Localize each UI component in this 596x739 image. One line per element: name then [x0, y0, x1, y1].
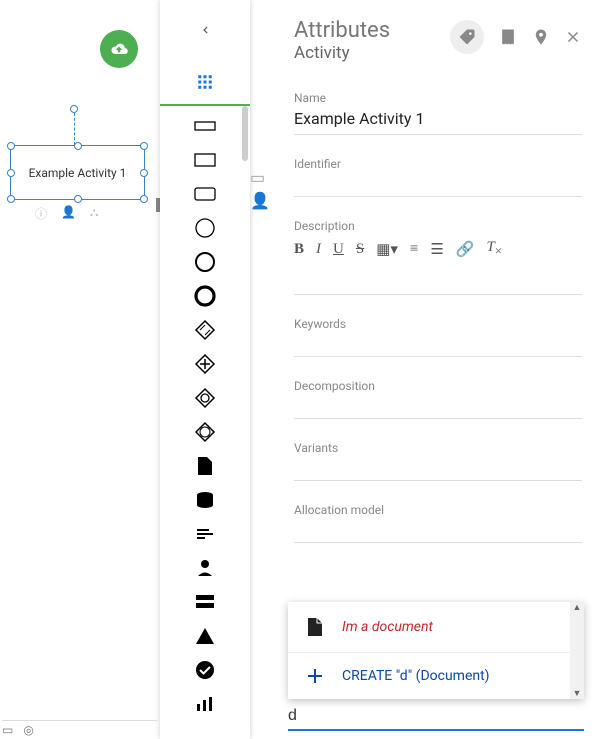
panel-subtitle: Activity [294, 43, 450, 63]
scroll-up-icon[interactable]: ▲ [570, 602, 584, 613]
shape-barchart[interactable] [193, 694, 217, 714]
resize-handle[interactable] [140, 169, 148, 177]
bold-button[interactable]: B [294, 241, 304, 258]
palette-back-button[interactable] [160, 0, 250, 60]
shape-circle-bold[interactable] [193, 286, 217, 306]
autocomplete-item-document[interactable]: Im a document [288, 602, 584, 652]
shape-lines[interactable] [193, 524, 217, 544]
shape-diamond-complex[interactable] [193, 422, 217, 442]
keywords-input[interactable] [294, 335, 582, 357]
tab-attributes[interactable] [450, 20, 484, 54]
resize-handle[interactable] [7, 195, 15, 203]
shape-rect-thin[interactable] [193, 116, 217, 136]
description-input[interactable] [294, 267, 582, 295]
tree-icon[interactable]: ⛬ [90, 205, 98, 222]
shape-diamond-plus[interactable] [193, 354, 217, 374]
identifier-input[interactable] [294, 175, 582, 197]
autocomplete-create-label: CREATE "d" (Document) [342, 668, 490, 684]
resize-handle[interactable] [7, 142, 15, 150]
location-pin-icon [532, 27, 550, 47]
attachments-input[interactable] [288, 703, 584, 729]
autocomplete-item-label: Im a document [342, 619, 433, 635]
shape-circle-thin[interactable] [193, 218, 217, 238]
activity-node-label: Example Activity 1 [29, 166, 127, 180]
close-icon [564, 28, 582, 46]
info-icon[interactable]: ⓘ [35, 205, 47, 222]
italic-button[interactable]: I [316, 241, 321, 258]
shape-checkcircle[interactable] [193, 660, 217, 680]
shape-rect-rounded[interactable] [193, 184, 217, 204]
resize-handle[interactable] [140, 195, 148, 203]
activity-node[interactable]: Example Activity 1 [10, 145, 145, 200]
decomposition-label: Decomposition [294, 379, 582, 393]
resize-handle[interactable] [140, 142, 148, 150]
palette-grid-tab[interactable] [160, 60, 250, 106]
strike-button[interactable]: S [356, 241, 364, 258]
autocomplete-popup: ▲ ▼ Im a document CREATE "d" (Document) [288, 602, 584, 699]
shape-warning[interactable] [193, 626, 217, 646]
canvas[interactable]: Example Activity 1 ⓘ 👤 ⛬ [0, 0, 160, 739]
shape-person[interactable] [193, 558, 217, 578]
decomposition-input[interactable] [294, 397, 582, 419]
footer-target-icon[interactable]: ◎ [23, 723, 33, 737]
identifier-label: Identifier [294, 157, 582, 171]
document-icon [306, 616, 324, 638]
person-icon[interactable]: 👤 [61, 205, 76, 222]
grid-icon [196, 73, 214, 91]
close-panel-button[interactable] [564, 28, 582, 46]
shape-hint-icon[interactable]: ▭ [250, 168, 270, 187]
shape-document[interactable] [193, 456, 217, 476]
rich-text-toolbar: B I U S ▦▾ ≡ ☰ 🔗 T× [294, 239, 582, 259]
shape-list[interactable] [160, 106, 250, 739]
tab-notes[interactable] [498, 27, 518, 47]
link-button[interactable]: 🔗 [456, 240, 475, 259]
node-port-top[interactable] [70, 105, 78, 113]
tag-icon [457, 27, 477, 47]
node-connector [74, 113, 75, 145]
clear-format-button[interactable]: T× [487, 239, 502, 259]
shape-diamond-hatched[interactable] [193, 320, 217, 340]
chevron-left-icon [198, 23, 212, 37]
autocomplete-scrollbar[interactable]: ▲ ▼ [570, 602, 584, 699]
resize-handle[interactable] [74, 142, 82, 150]
person-silhouette-icon[interactable]: 👤 [250, 191, 270, 210]
side-toolbar: ▭ 👤 [250, 168, 270, 210]
resize-handle[interactable] [74, 195, 82, 203]
underline-button[interactable]: U [333, 241, 344, 258]
table-button[interactable]: ▦▾ [376, 240, 398, 259]
shape-server[interactable] [193, 592, 217, 612]
shape-datastore[interactable] [193, 490, 217, 510]
receipt-icon [498, 27, 518, 47]
name-input[interactable]: Example Activity 1 [294, 109, 582, 135]
plus-icon [306, 667, 324, 685]
name-label: Name [294, 91, 582, 105]
tab-location[interactable] [532, 27, 550, 47]
shape-rect-wide[interactable] [193, 150, 217, 170]
scrollbar-thumb[interactable] [242, 106, 248, 161]
shape-palette [160, 0, 250, 739]
autocomplete-create-item[interactable]: CREATE "d" (Document) [288, 652, 584, 699]
panel-title: Attributes [294, 18, 450, 43]
unordered-list-button[interactable]: ☰ [430, 240, 443, 259]
variants-label: Variants [294, 441, 582, 455]
ordered-list-button[interactable]: ≡ [410, 241, 418, 258]
resize-handle[interactable] [7, 169, 15, 177]
description-label: Description [294, 219, 582, 233]
shape-circle-medium[interactable] [193, 252, 217, 272]
scroll-down-icon[interactable]: ▼ [570, 688, 584, 699]
variants-input[interactable] [294, 459, 582, 481]
allocation-label: Allocation model [294, 503, 582, 517]
footer-bar: ▭ ◎ [2, 720, 157, 737]
shape-diamond-circle[interactable] [193, 388, 217, 408]
attachments-search[interactable] [288, 703, 584, 731]
keywords-label: Keywords [294, 317, 582, 331]
upload-button[interactable] [100, 30, 138, 68]
footer-rect-icon[interactable]: ▭ [2, 723, 13, 737]
cloud-upload-icon [109, 39, 129, 59]
node-footer-icons: ⓘ 👤 ⛬ [35, 205, 98, 222]
allocation-input[interactable] [294, 521, 582, 543]
